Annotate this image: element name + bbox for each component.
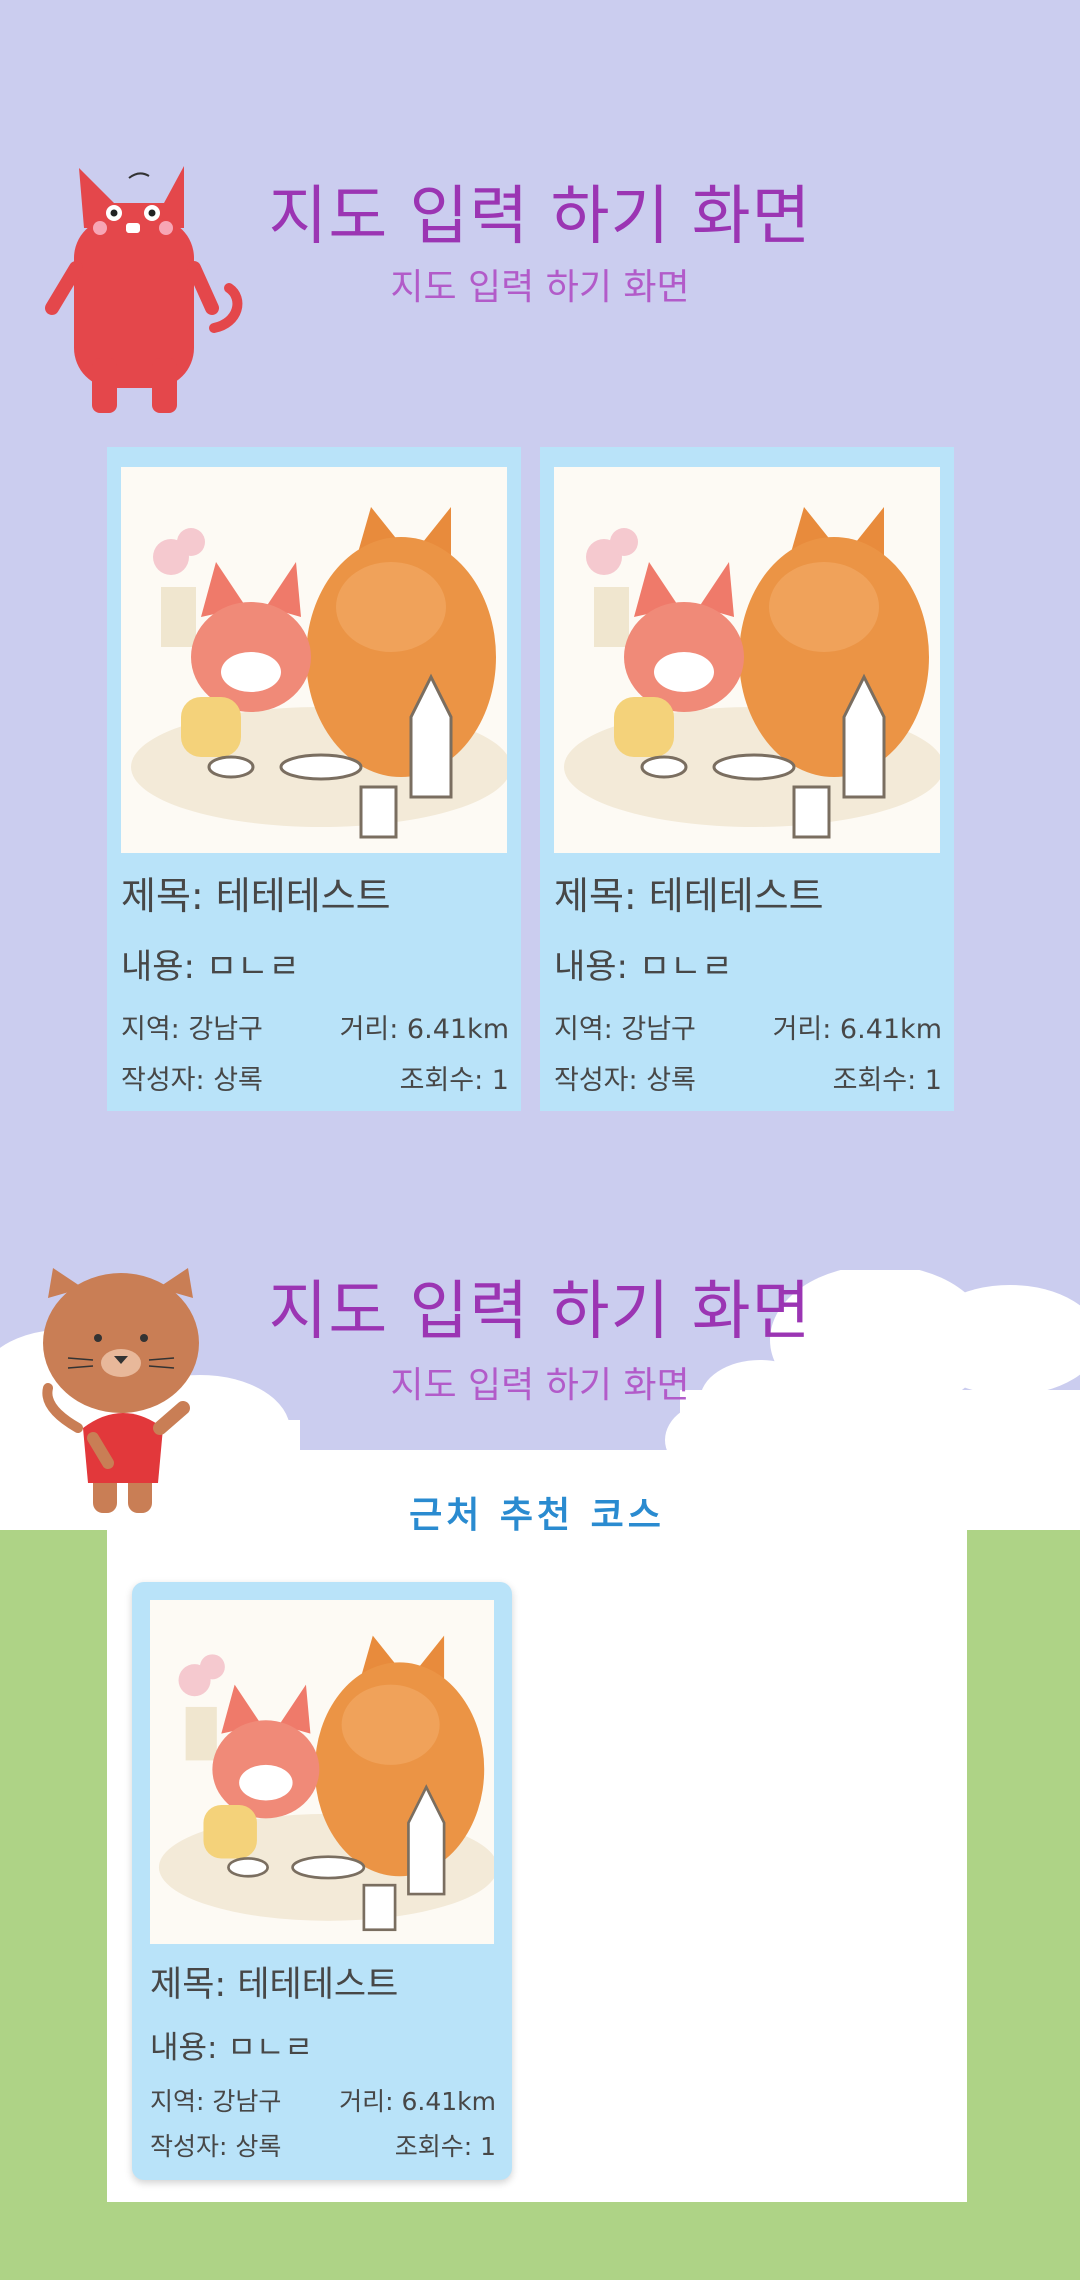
card-title: 제목: 테테테스트 xyxy=(554,874,824,918)
card-author: 작성자: 상록 xyxy=(150,2132,282,2161)
page-subtitle: 지도 입력 하기 화면 xyxy=(390,267,690,308)
fox-illustration-icon xyxy=(150,1600,494,1944)
card-title: 제목: 테테테스트 xyxy=(150,1965,399,2005)
recommend-heading: 근처 추천 코스 xyxy=(409,1495,665,1536)
course-card[interactable]: 제목: 테테테스트 내용: ㅁㄴㄹ 지역: 강남구 거리: 6.41km 작성자… xyxy=(107,447,521,1111)
fox-illustration-icon xyxy=(121,467,507,853)
card-author: 작성자: 상록 xyxy=(554,1065,696,1096)
card-region: 지역: 강남구 xyxy=(150,2087,282,2116)
card-content: 내용: ㅁㄴㄹ xyxy=(121,947,300,987)
card-distance: 거리: 6.41km xyxy=(339,1014,509,1045)
card-views: 조회수: 1 xyxy=(394,2132,496,2161)
card-distance: 거리: 6.41km xyxy=(772,1014,942,1045)
card-views: 조회수: 1 xyxy=(832,1065,942,1096)
card-distance: 거리: 6.41km xyxy=(339,2087,496,2116)
course-card[interactable]: 제목: 테테테스트 내용: ㅁㄴㄹ 지역: 강남구 거리: 6.41km 작성자… xyxy=(540,447,954,1111)
card-region: 지역: 강남구 xyxy=(554,1014,696,1045)
brown-cat-mascot-icon xyxy=(38,1268,208,1518)
card-title: 제목: 테테테스트 xyxy=(121,874,391,918)
card-region: 지역: 강남구 xyxy=(121,1014,263,1045)
recommend-card[interactable]: 제목: 테테테스트 내용: ㅁㄴㄹ 지역: 강남구 거리: 6.41km 작성자… xyxy=(132,1582,512,2180)
card-content: 내용: ㅁㄴㄹ xyxy=(554,947,733,987)
page-title: 지도 입력 하기 화면 xyxy=(268,180,812,254)
card-author: 작성자: 상록 xyxy=(121,1065,263,1096)
card-views: 조회수: 1 xyxy=(399,1065,509,1096)
card-content: 내용: ㅁㄴㄹ xyxy=(150,2030,313,2066)
fox-illustration-icon xyxy=(554,467,940,853)
